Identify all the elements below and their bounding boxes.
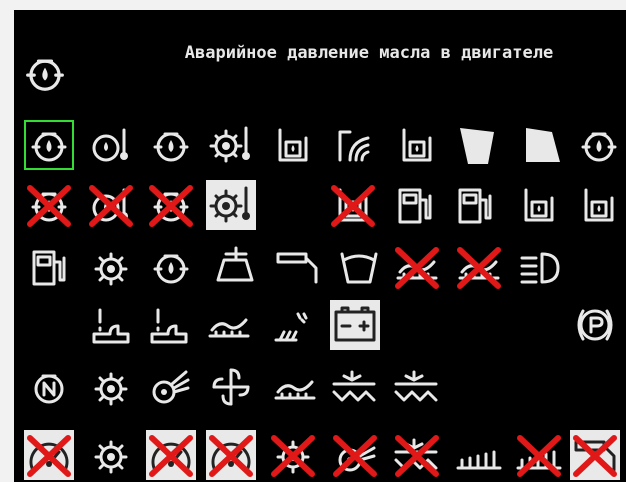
- sieve-icon[interactable]: [204, 300, 254, 350]
- straw-walker-icon[interactable]: [330, 362, 380, 412]
- engine-oil-icon[interactable]: [146, 242, 196, 292]
- headlight-icon[interactable]: [514, 242, 564, 292]
- seat-warning-icon[interactable]: [86, 300, 136, 350]
- oil-pressure-disabled-icon[interactable]: [24, 180, 74, 230]
- fuel-pump-alt-icon[interactable]: [450, 180, 500, 230]
- tank-disabled-icon[interactable]: [328, 180, 378, 230]
- gear-temp-warning-icon[interactable]: [206, 180, 256, 230]
- walker-disabled-icon[interactable]: [392, 430, 442, 480]
- icon-grid: [14, 10, 626, 482]
- fuel-pump-icon[interactable]: [390, 180, 440, 230]
- header-alt-disabled-icon[interactable]: [454, 242, 504, 292]
- fuel-level-icon[interactable]: [24, 242, 74, 292]
- header-reel-icon[interactable]: [270, 362, 320, 412]
- beater-icon[interactable]: [206, 362, 256, 412]
- header-disabled-icon[interactable]: [392, 242, 442, 292]
- dashboard-screen: Аварийное давление масла в двигателе: [14, 10, 626, 482]
- tank-level-icon[interactable]: [514, 180, 564, 230]
- hydraulic-temp-icon[interactable]: [268, 120, 318, 170]
- speed-disabled-icon[interactable]: [24, 430, 74, 480]
- grain-tank-full-icon[interactable]: [334, 242, 384, 292]
- concave-right-icon[interactable]: [516, 120, 566, 170]
- cutter-bar-icon[interactable]: [454, 430, 504, 480]
- rotor-low-icon[interactable]: [86, 430, 136, 480]
- air-filter-icon[interactable]: [330, 120, 380, 170]
- speed-alt-disabled-icon[interactable]: [146, 430, 196, 480]
- tank-level-alt-icon[interactable]: [574, 180, 624, 230]
- grain-tank-unload-icon[interactable]: [210, 242, 260, 292]
- operator-seat-icon[interactable]: [144, 300, 194, 350]
- gear-temp-icon[interactable]: [206, 120, 256, 170]
- hydraulic-pressure-icon[interactable]: [574, 120, 624, 170]
- speed-third-disabled-icon[interactable]: [206, 430, 256, 480]
- unloading-auger-icon[interactable]: [272, 242, 322, 292]
- oil-level-disabled-icon[interactable]: [146, 180, 196, 230]
- coolant-temp-disabled-icon[interactable]: [86, 180, 136, 230]
- hydraulic-oil-temp-icon[interactable]: [392, 120, 442, 170]
- straw-walker-alt-icon[interactable]: [392, 362, 442, 412]
- neutral-icon[interactable]: [24, 362, 74, 412]
- oil-pressure-icon[interactable]: [24, 120, 74, 170]
- rotor-icon[interactable]: [86, 362, 136, 412]
- parking-brake-icon[interactable]: [570, 300, 620, 350]
- rotor-speed-icon[interactable]: [86, 242, 136, 292]
- battery-icon[interactable]: [330, 300, 380, 350]
- auger-disabled-icon[interactable]: [570, 430, 620, 480]
- chopper-icon[interactable]: [268, 300, 318, 350]
- oil-level-icon[interactable]: [146, 120, 196, 170]
- fan-disabled-icon[interactable]: [330, 430, 380, 480]
- cutter-bar-disabled-icon[interactable]: [514, 430, 564, 480]
- concave-left-icon[interactable]: [454, 120, 504, 170]
- coolant-temp-icon[interactable]: [86, 120, 136, 170]
- rotor-disabled-icon[interactable]: [268, 430, 318, 480]
- fan-icon[interactable]: [144, 362, 194, 412]
